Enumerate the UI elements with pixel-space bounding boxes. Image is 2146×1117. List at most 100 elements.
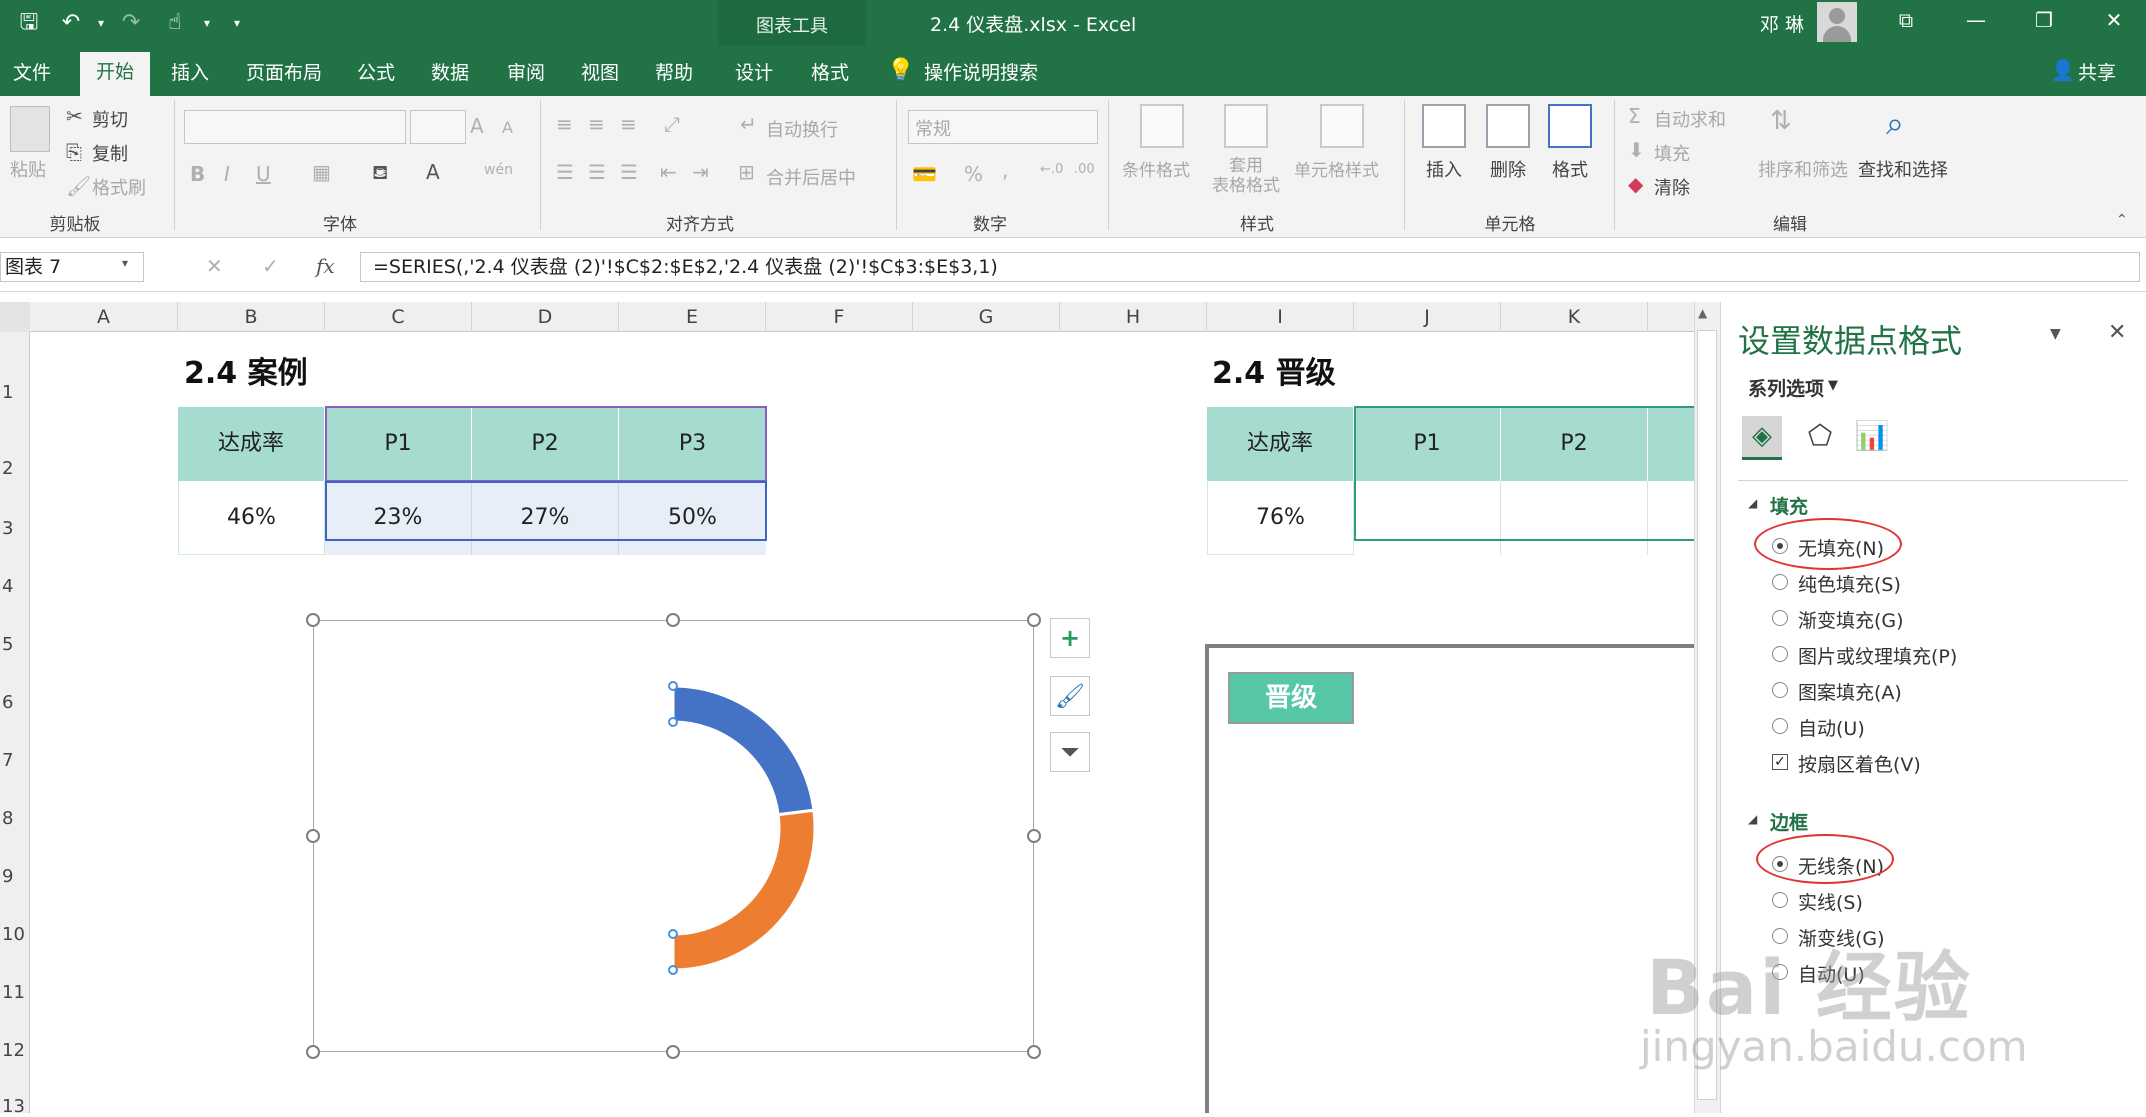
point-selection-handle[interactable] xyxy=(668,681,678,691)
font-name-select[interactable] xyxy=(184,110,406,144)
col-header-a[interactable]: A xyxy=(30,302,178,332)
donut-slice-p2[interactable] xyxy=(671,808,817,972)
tab-view[interactable]: 视图 xyxy=(570,58,630,88)
select-all-corner[interactable] xyxy=(0,302,30,332)
decrease-decimal-icon[interactable]: .00 xyxy=(1074,162,1095,177)
col-header-b[interactable]: B xyxy=(178,302,325,332)
resize-handle-ne[interactable] xyxy=(1027,613,1041,627)
fill-section-header[interactable]: 填充 xyxy=(1770,492,1808,519)
resize-handle-nw[interactable] xyxy=(306,613,320,627)
resize-handle-s[interactable] xyxy=(666,1045,680,1059)
resize-handle-sw[interactable] xyxy=(306,1045,320,1059)
row-header-9[interactable]: 9 xyxy=(0,866,30,887)
resize-handle-se[interactable] xyxy=(1027,1045,1041,1059)
clear-button[interactable]: 清除 xyxy=(1654,174,1690,200)
percent-icon[interactable]: % xyxy=(964,162,983,186)
advanced-title[interactable]: 2.4 晋级 xyxy=(1212,348,1336,392)
paste-button[interactable]: 粘贴 xyxy=(10,156,46,182)
row-header-13[interactable]: 13 xyxy=(0,1096,30,1117)
radio-solid-fill[interactable] xyxy=(1772,574,1788,590)
paste-icon[interactable] xyxy=(10,106,50,152)
touch-dropdown-icon[interactable]: ▾ xyxy=(192,8,222,38)
donut-slice-p3[interactable] xyxy=(529,684,675,972)
resize-handle-n[interactable] xyxy=(666,613,680,627)
tab-insert[interactable]: 插入 xyxy=(160,58,220,88)
align-bottom-icon[interactable]: ≡ xyxy=(620,112,637,136)
row-header-7[interactable]: 7 xyxy=(0,750,30,771)
shrink-font-icon[interactable]: A xyxy=(502,118,513,137)
font-color-icon[interactable]: A xyxy=(426,160,440,184)
fill-button[interactable]: 填充 xyxy=(1654,140,1690,166)
phonetic-icon[interactable]: wén xyxy=(484,162,513,178)
option-solid-fill[interactable]: 纯色填充(S) xyxy=(1798,570,1901,597)
formula-input[interactable]: =SERIES(,'2.4 仪表盘 (2)'!$C$2:$E$2,'2.4 仪表… xyxy=(360,252,2140,282)
undo-dropdown-icon[interactable]: ▾ xyxy=(86,8,116,38)
radio-pattern-fill[interactable] xyxy=(1772,682,1788,698)
adv-header-rate[interactable]: 达成率 xyxy=(1207,407,1354,481)
tab-data[interactable]: 数据 xyxy=(420,58,480,88)
case-header-rate[interactable]: 达成率 xyxy=(178,407,325,481)
point-selection-handle[interactable] xyxy=(668,965,678,975)
grow-font-icon[interactable]: A xyxy=(470,114,484,138)
row-header-6[interactable]: 6 xyxy=(0,692,30,713)
autosum-button[interactable]: 自动求和 xyxy=(1654,106,1726,132)
scroll-up-icon[interactable]: ▲ xyxy=(1698,306,1707,320)
tab-file[interactable]: 文件 xyxy=(0,58,64,88)
tab-design[interactable]: 设计 xyxy=(724,58,784,88)
comma-icon[interactable]: , xyxy=(1002,158,1008,182)
tell-me-search[interactable]: 操作说明搜索 xyxy=(924,58,1044,88)
chart-filter-icon[interactable]: ⏷ xyxy=(1050,732,1090,772)
tab-help[interactable]: 帮助 xyxy=(644,58,704,88)
underline-icon[interactable]: U xyxy=(256,162,271,186)
resize-handle-w[interactable] xyxy=(306,829,320,843)
option-pattern-fill[interactable]: 图案填充(A) xyxy=(1798,678,1902,705)
tab-home[interactable]: 开始 xyxy=(80,52,150,96)
format-painter-button[interactable]: 格式刷 xyxy=(92,174,146,200)
vary-colors-checkbox[interactable]: ✓ xyxy=(1772,754,1788,770)
align-right-icon[interactable]: ☰ xyxy=(620,160,638,184)
row-header-5[interactable]: 5 xyxy=(0,634,30,655)
minimize-icon[interactable]: — xyxy=(1956,8,1996,38)
option-picture-fill[interactable]: 图片或纹理填充(P) xyxy=(1798,642,1957,669)
row-header-3[interactable]: 3 xyxy=(0,518,30,539)
font-size-select[interactable] xyxy=(410,110,466,144)
adv-value-rate[interactable]: 76% xyxy=(1207,481,1354,555)
case-value-rate[interactable]: 46% xyxy=(178,481,325,555)
resize-handle-e[interactable] xyxy=(1027,829,1041,843)
save-icon[interactable]: 🖫 xyxy=(14,8,44,38)
format-as-table-button[interactable]: 套用 表格格式 xyxy=(1206,156,1286,196)
col-header-f[interactable]: F xyxy=(766,302,913,332)
align-left-icon[interactable]: ☰ xyxy=(556,160,574,184)
bold-icon[interactable]: B xyxy=(190,162,205,186)
col-header-g[interactable]: G xyxy=(913,302,1060,332)
user-name[interactable]: 邓 琳 xyxy=(1760,10,1804,37)
copy-button[interactable]: 复制 xyxy=(92,140,128,166)
merge-center-button[interactable]: 合并后居中 xyxy=(766,164,856,190)
series-options-chevron-icon[interactable]: ▼ xyxy=(1828,378,1838,393)
tab-page-layout[interactable]: 页面布局 xyxy=(236,58,332,88)
series-options-dropdown[interactable]: 系列选项 xyxy=(1748,374,1824,401)
increase-decimal-icon[interactable]: ←.0 xyxy=(1040,162,1063,177)
col-header-d[interactable]: D xyxy=(472,302,619,332)
orientation-icon[interactable]: ⤢ xyxy=(664,112,680,136)
fill-line-tab-icon[interactable]: ◈ xyxy=(1742,416,1782,460)
radio-auto-fill[interactable] xyxy=(1772,718,1788,734)
avatar[interactable] xyxy=(1817,2,1857,42)
option-solid-line[interactable]: 实线(S) xyxy=(1798,888,1863,915)
share-button[interactable]: 共享 xyxy=(2078,58,2128,88)
restore-icon[interactable]: ❐ xyxy=(2024,8,2064,38)
col-header-k[interactable]: K xyxy=(1501,302,1648,332)
row-header-4[interactable]: 4 xyxy=(0,576,30,597)
row-header-10[interactable]: 10 xyxy=(0,924,30,945)
wrap-text-button[interactable]: 自动换行 xyxy=(766,116,838,142)
align-center-icon[interactable]: ☰ xyxy=(588,160,606,184)
touch-mode-icon[interactable]: ☝ xyxy=(160,8,190,38)
col-header-c[interactable]: C xyxy=(325,302,472,332)
italic-icon[interactable]: I xyxy=(224,162,230,186)
tab-review[interactable]: 审阅 xyxy=(496,58,556,88)
format-cells-button[interactable]: 格式 xyxy=(1552,156,1588,182)
border-section-header[interactable]: 边框 xyxy=(1770,808,1808,835)
series-options-tab-icon[interactable]: 📊 xyxy=(1852,416,1892,460)
conditional-format-button[interactable]: 条件格式 xyxy=(1122,156,1190,181)
fill-color-icon[interactable]: ⛾ xyxy=(372,160,388,187)
